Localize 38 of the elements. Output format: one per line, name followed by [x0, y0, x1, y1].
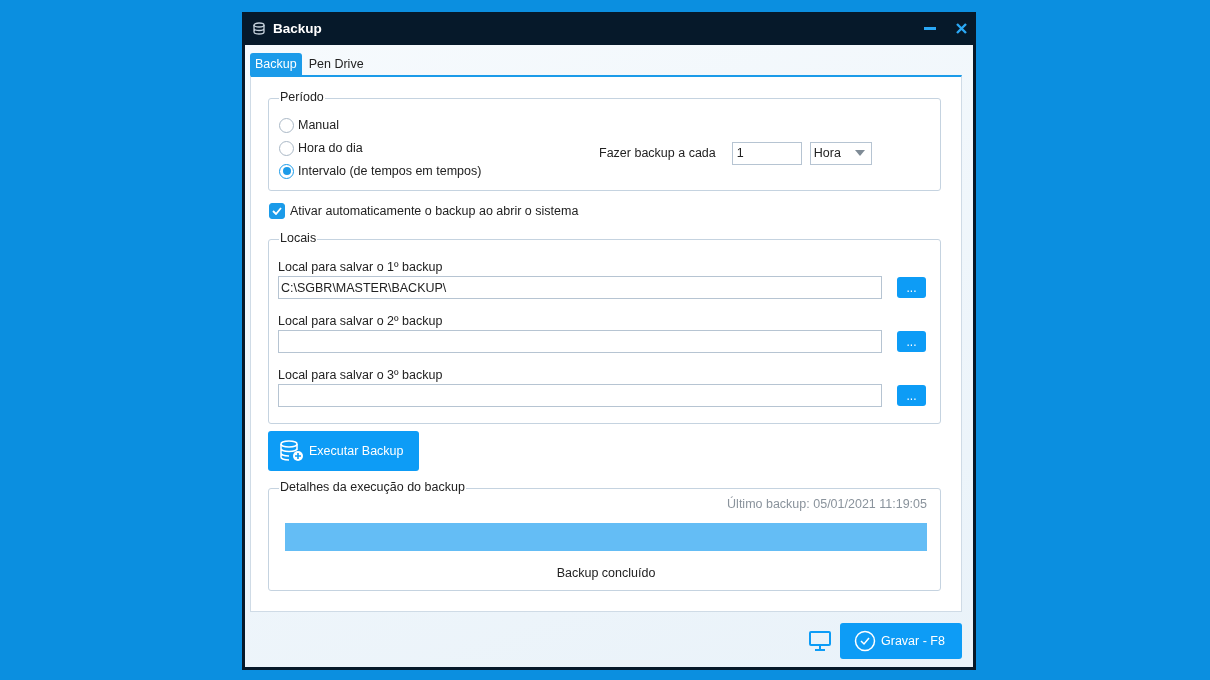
- radio-button[interactable]: [279, 140, 294, 156]
- group-title: Locais: [280, 231, 317, 245]
- radio-button[interactable]: [279, 163, 294, 179]
- group-title: Período: [280, 90, 324, 104]
- field-label: Local para salvar o 2º backup: [278, 313, 444, 328]
- monitor-icon[interactable]: [809, 630, 831, 651]
- radio-button[interactable]: [279, 117, 294, 133]
- save-button[interactable]: Gravar - F8: [840, 622, 962, 659]
- browse-button[interactable]: ...: [897, 331, 926, 352]
- checkbox[interactable]: [269, 203, 285, 219]
- path-field[interactable]: [278, 330, 882, 353]
- window-title: Backup: [273, 21, 323, 36]
- database-icon: [253, 22, 265, 35]
- unit-dropdown[interactable]: Hora: [809, 141, 872, 165]
- path-field[interactable]: C:\SGBR\MASTER\BACKUP\: [278, 276, 882, 299]
- check-icon: [272, 207, 282, 215]
- check-circle-icon: [854, 629, 876, 652]
- field-label: Local para salvar o 1º backup: [278, 259, 444, 274]
- path-field[interactable]: [278, 384, 882, 407]
- database-add-icon: [280, 440, 304, 462]
- execute-backup-button[interactable]: Executar Backup: [268, 431, 419, 471]
- browse-button[interactable]: ...: [897, 277, 926, 298]
- radio-label: Hora do dia: [298, 141, 363, 155]
- close-icon[interactable]: [956, 23, 967, 34]
- last-backup-text: Último backup: 05/01/2021 11:19:05: [727, 497, 927, 513]
- minimize-icon[interactable]: [924, 26, 936, 31]
- interval-label: Fazer backup a cada: [599, 146, 716, 160]
- browse-button[interactable]: ...: [897, 385, 926, 406]
- field-label: Local para salvar o 3º backup: [278, 367, 444, 382]
- radio-label: Manual: [298, 118, 339, 132]
- checkbox-label: Ativar automaticamente o backup ao abrir o sistema: [290, 204, 579, 218]
- interval-field[interactable]: 1: [731, 141, 802, 165]
- status-text: Backup concluído: [556, 566, 656, 580]
- tab[interactable]: Pen Drive: [303, 53, 369, 75]
- caret-icon: [854, 150, 865, 156]
- radio-label: Intervalo (de tempos em tempos): [298, 164, 482, 178]
- tab[interactable]: Backup: [250, 53, 302, 75]
- group-title: Detalhes da execução do backup: [280, 480, 465, 494]
